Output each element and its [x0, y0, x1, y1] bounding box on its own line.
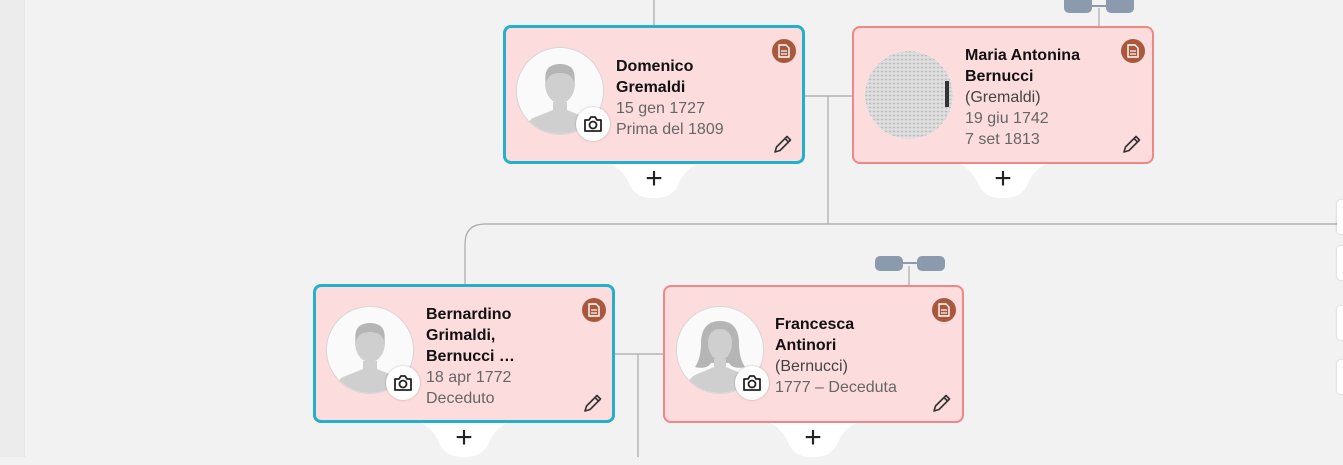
- edit-pencil-icon[interactable]: [771, 132, 795, 156]
- add-icon[interactable]: +: [988, 164, 1018, 194]
- birth-date: 19 giu 1742: [965, 110, 1049, 127]
- person-name: Grimaldi,: [426, 327, 496, 344]
- camera-icon: [743, 375, 761, 391]
- add-relative-tab[interactable]: +: [943, 161, 1063, 201]
- person-card-bernardino[interactable]: Bernardino Grimaldi, Bernucci … 18 apr 1…: [313, 284, 615, 423]
- person-name: Maria Antonina: [965, 47, 1080, 64]
- add-relative-tab[interactable]: +: [594, 161, 714, 201]
- maiden-name: (Bernucci): [775, 358, 848, 375]
- person-card-francesca[interactable]: Francesca Antinori (Bernucci) 1777 – Dec…: [663, 285, 964, 423]
- offscreen-card-edge[interactable]: [1337, 200, 1343, 234]
- camera-icon: [584, 116, 602, 132]
- person-name: Bernucci: [965, 68, 1034, 85]
- person-name: Domenico: [616, 58, 694, 75]
- edit-pencil-icon[interactable]: [930, 391, 954, 415]
- death-date: 7 set 1813: [965, 131, 1040, 148]
- add-relative-tab[interactable]: +: [404, 420, 524, 460]
- birth-date: 15 gen 1727: [616, 100, 705, 117]
- offscreen-card-edge[interactable]: [1337, 306, 1343, 340]
- offscreen-card-edge[interactable]: [1337, 360, 1343, 394]
- document-icon[interactable]: [772, 39, 796, 63]
- offscreen-card-edge[interactable]: [1337, 246, 1343, 280]
- person-name: Bernucci …: [426, 348, 515, 365]
- person-info: Bernardino Grimaldi, Bernucci … 18 apr 1…: [426, 304, 515, 409]
- person-info: Domenico Gremaldi 15 gen 1727 Prima del …: [616, 56, 724, 140]
- marriage-connector[interactable]: [875, 256, 945, 272]
- death-date: Deceduto: [426, 390, 495, 407]
- edit-pencil-icon[interactable]: [1120, 132, 1144, 156]
- person-name: Gremaldi: [616, 79, 686, 96]
- person-card-maria-antonina[interactable]: Maria Antonina Bernucci (Gremaldi) 19 gi…: [852, 26, 1154, 164]
- add-relative-tab[interactable]: +: [753, 420, 873, 460]
- life-dates: 1777 – Deceduta: [775, 379, 897, 396]
- death-date: Prima del 1809: [616, 121, 724, 138]
- add-icon[interactable]: +: [639, 164, 669, 194]
- birth-date: 18 apr 1772: [426, 369, 512, 386]
- document-icon[interactable]: [1121, 39, 1145, 63]
- upload-photo-button[interactable]: [735, 366, 769, 400]
- person-info: Francesca Antinori (Bernucci) 1777 – Dec…: [775, 314, 897, 398]
- maiden-name: (Gremaldi): [965, 89, 1041, 106]
- person-name: Antinori: [775, 337, 837, 354]
- document-icon[interactable]: [932, 298, 956, 322]
- person-photo[interactable]: [865, 51, 953, 139]
- upload-photo-button[interactable]: [576, 107, 610, 141]
- upload-photo-button[interactable]: [386, 366, 420, 400]
- person-name: Bernardino: [426, 306, 512, 323]
- person-info: Maria Antonina Bernucci (Gremaldi) 19 gi…: [965, 45, 1080, 150]
- marriage-connector[interactable]: [1064, 0, 1134, 14]
- add-icon[interactable]: +: [798, 423, 828, 453]
- edit-pencil-icon[interactable]: [581, 391, 605, 415]
- person-name: Francesca: [775, 316, 855, 333]
- add-icon[interactable]: +: [449, 423, 479, 453]
- photo-icon: [865, 51, 953, 139]
- person-card-domenico[interactable]: Domenico Gremaldi 15 gen 1727 Prima del …: [503, 25, 805, 164]
- camera-icon: [394, 375, 412, 391]
- document-icon[interactable]: [582, 298, 606, 322]
